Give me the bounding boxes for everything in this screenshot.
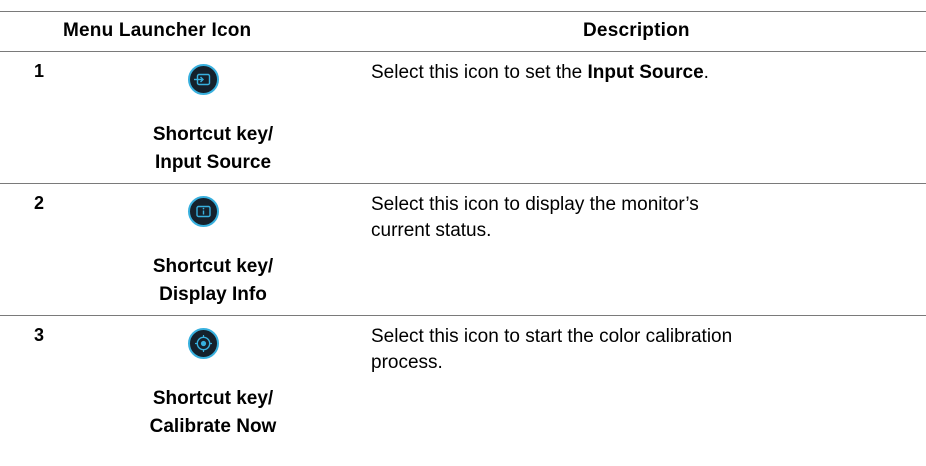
row-description: Select this icon to start the color cali…	[371, 326, 733, 373]
caption-line: Display Info	[159, 284, 267, 305]
display-info-icon	[188, 196, 219, 227]
row-caption: Shortcut key/ Calibrate Now	[106, 385, 320, 441]
desc-text-end: .	[703, 62, 709, 83]
desc-text: Select this icon to set the	[371, 62, 588, 83]
row-number: 2	[34, 193, 45, 213]
caption-line: Input Source	[154, 152, 272, 173]
table-header: Menu Launcher Icon Description	[0, 11, 926, 51]
row-description: Select this icon to display the monitor’…	[371, 194, 699, 241]
table-row: 3 Shortcut key/ Calibrate Now Select thi…	[0, 316, 926, 466]
caption-line: Shortcut key/	[152, 124, 274, 145]
row-caption: Shortcut key/ Input Source	[106, 121, 320, 177]
row-number: 3	[34, 325, 45, 345]
calibrate-now-icon	[188, 328, 219, 359]
table-row: 1 Shortcut key/ Input Source Select this…	[0, 52, 926, 183]
desc-bold-text: Input Source	[587, 62, 704, 83]
caption-line: Shortcut key/	[152, 388, 274, 409]
input-source-icon	[188, 64, 219, 95]
header-description: Description	[583, 20, 690, 41]
row-description: Select this icon to set the Input Source…	[371, 60, 761, 86]
header-menu-launcher-icon: Menu Launcher Icon	[63, 20, 252, 41]
caption-line: Shortcut key/	[152, 256, 274, 277]
table-row: 2 Shortcut key/ Display Info Select this…	[0, 184, 926, 315]
caption-line: Calibrate Now	[149, 416, 277, 437]
row-number: 1	[34, 61, 45, 81]
row-caption: Shortcut key/ Display Info	[106, 253, 320, 309]
